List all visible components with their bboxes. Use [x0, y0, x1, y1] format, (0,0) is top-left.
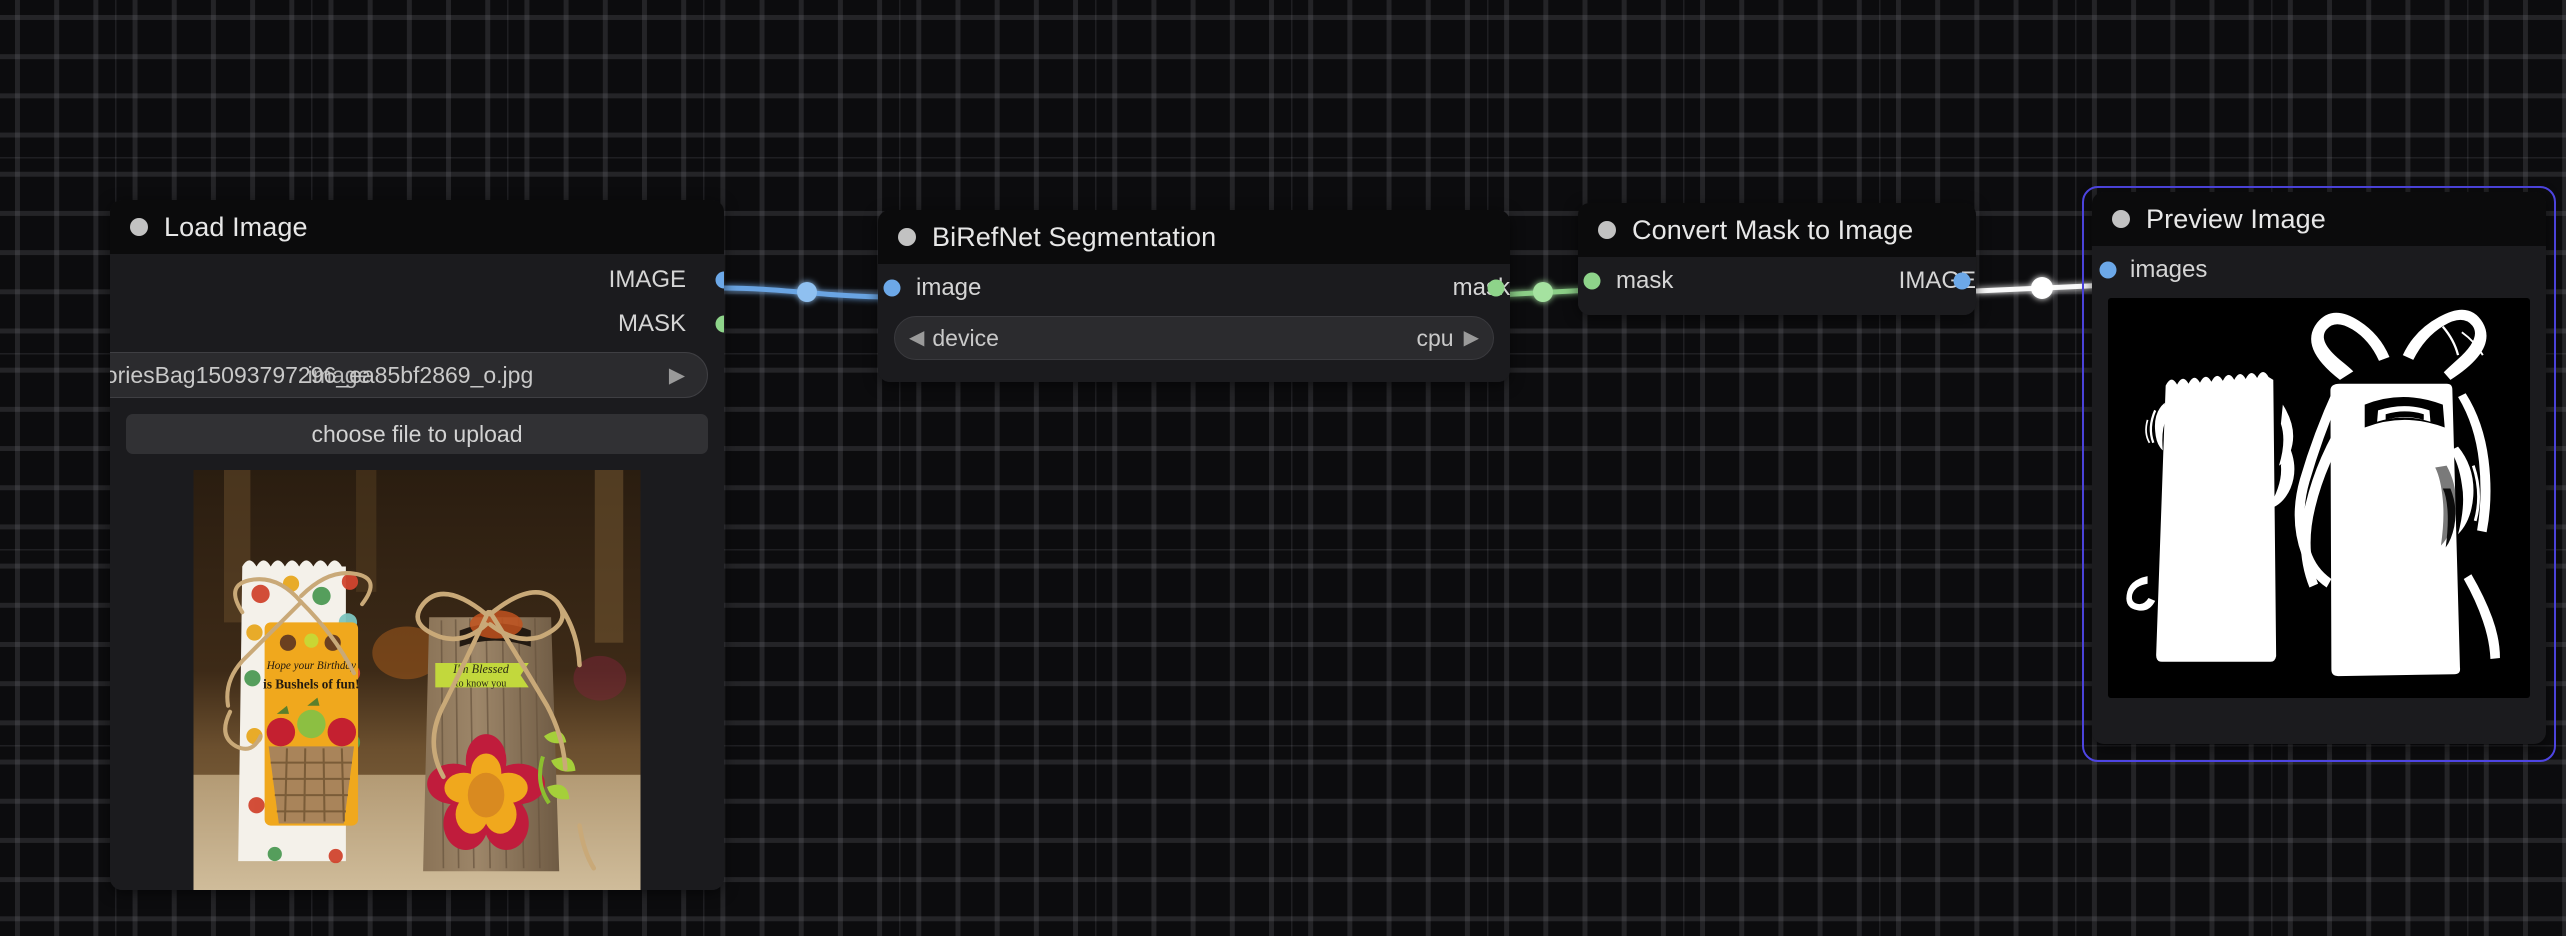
segmentation-mask: [2119, 298, 2519, 698]
mask-output-dot-icon[interactable]: [715, 315, 724, 333]
node-header-convert[interactable]: Convert Mask to Image: [1578, 203, 1976, 257]
node-header-preview[interactable]: Preview Image: [2092, 192, 2546, 246]
collapse-dot-icon[interactable]: [898, 228, 916, 246]
input-slot-label: images: [2130, 256, 2208, 283]
node-load-image[interactable]: Load Image IMAGE MASK image 4x1024-1Acce…: [110, 200, 724, 890]
node-birefnet-segmentation[interactable]: BiRefNet Segmentation image mask ◀ devic…: [878, 210, 1510, 382]
node-body-load-image: IMAGE MASK image 4x1024-1AccessoriesBag1…: [110, 258, 724, 890]
input-slot-label: image: [916, 274, 982, 301]
node-body-preview: images: [2092, 248, 2546, 698]
preview-image-output[interactable]: [2108, 298, 2530, 698]
output-slot-mask[interactable]: MASK: [110, 302, 724, 346]
collapse-dot-icon[interactable]: [130, 218, 148, 236]
image-file-widget[interactable]: image 4x1024-1AccessoriesBag15093797296_…: [110, 352, 708, 398]
device-widget-value: cpu: [1416, 324, 1454, 351]
node-body-birefnet: image mask ◀ device cpu ▶: [878, 266, 1510, 382]
slot-row-images: images: [2092, 248, 2546, 292]
chevron-left-icon[interactable]: ◀: [909, 328, 924, 348]
chevron-right-icon[interactable]: ▶: [1464, 328, 1479, 348]
output-slot-label: IMAGE: [608, 266, 686, 293]
svg-text:to know you: to know you: [456, 678, 507, 689]
image-input-dot-icon[interactable]: [883, 279, 901, 297]
image-widget-value: 4x1024-1AccessoriesBag15093797296_ea85bf…: [110, 361, 534, 388]
images-input-dot-icon[interactable]: [2099, 261, 2117, 279]
source-photo: Hope your Birthday is Bushels of fun! I'…: [193, 470, 641, 890]
svg-text:Hope your Birthday: Hope your Birthday: [266, 660, 356, 672]
node-header-birefnet[interactable]: BiRefNet Segmentation: [878, 210, 1510, 264]
input-slot-label: mask: [1616, 267, 1674, 294]
node-body-convert: mask IMAGE: [1578, 259, 1976, 315]
choose-file-to-upload-button[interactable]: choose file to upload: [126, 414, 708, 454]
collapse-dot-icon[interactable]: [2112, 210, 2130, 228]
node-header-load-image[interactable]: Load Image: [110, 200, 724, 254]
svg-text:is Bushels of fun!: is Bushels of fun!: [263, 676, 359, 691]
output-slot-image[interactable]: IMAGE: [110, 258, 724, 302]
slot-row-mask-image: mask IMAGE: [1578, 259, 1976, 303]
image-output-dot-icon[interactable]: [1953, 272, 1971, 290]
output-slot-label: MASK: [617, 310, 686, 337]
slot-row-image-mask: image mask: [878, 266, 1510, 310]
node-title: Load Image: [164, 211, 308, 242]
node-title: Preview Image: [2146, 203, 2326, 234]
device-combo-widget[interactable]: ◀ device cpu ▶: [894, 316, 1494, 360]
node-convert-mask-to-image[interactable]: Convert Mask to Image mask IMAGE: [1578, 203, 1976, 315]
mask-input-dot-icon[interactable]: [1583, 272, 1601, 290]
load-image-preview[interactable]: Hope your Birthday is Bushels of fun! I'…: [172, 470, 662, 890]
node-title: Convert Mask to Image: [1632, 214, 1914, 245]
node-title: BiRefNet Segmentation: [932, 221, 1217, 252]
node-preview-image[interactable]: Preview Image images: [2092, 192, 2546, 744]
image-output-dot-icon[interactable]: [715, 271, 724, 289]
chevron-right-icon[interactable]: ▶: [669, 363, 685, 388]
mask-output-dot-icon[interactable]: [1487, 279, 1505, 297]
device-widget-name: device: [932, 324, 999, 351]
collapse-dot-icon[interactable]: [1598, 221, 1616, 239]
